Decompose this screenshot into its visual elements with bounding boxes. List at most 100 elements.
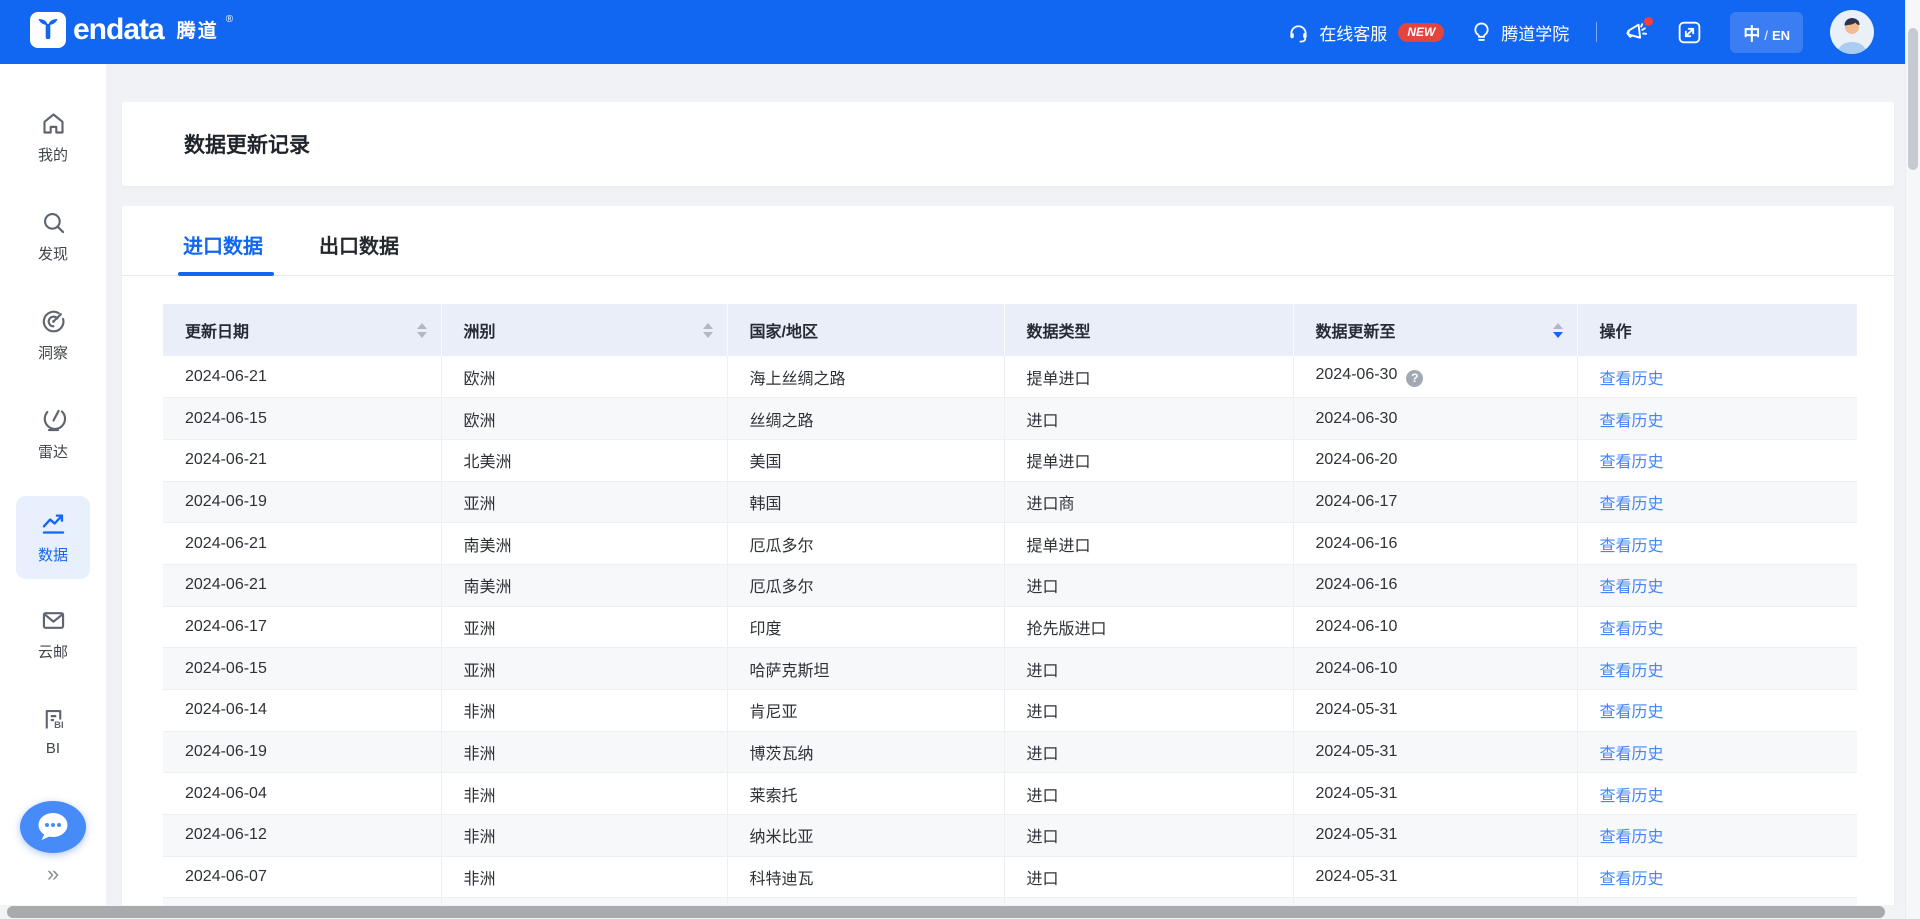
cell-update-date: 2024-06-15 — [163, 398, 441, 440]
search-icon — [40, 209, 67, 236]
cell-data-type: 进口 — [1004, 773, 1293, 815]
sidebar-item-bi[interactable]: BI BI — [16, 706, 90, 757]
sort-icons[interactable] — [417, 323, 427, 338]
tab-bar: 进口数据 出口数据 — [122, 206, 1894, 276]
customer-service-link[interactable]: 在线客服 NEW — [1287, 20, 1444, 45]
cell-region: 韩国 — [727, 481, 1004, 523]
sidebar-item-mine[interactable]: 我的 — [16, 110, 90, 165]
view-history-link[interactable]: 查看历史 — [1600, 663, 1664, 680]
view-history-link[interactable]: 查看历史 — [1600, 829, 1664, 846]
table-row: 2024-06-21 南美洲 厄瓜多尔 进口 2024-06-16 查看历史 — [163, 564, 1857, 606]
chat-support-button[interactable] — [20, 801, 86, 853]
radar-icon — [40, 407, 67, 434]
notification-dot — [1644, 17, 1653, 26]
horizontal-scrollbar-thumb[interactable] — [7, 906, 1885, 918]
tab-import-data[interactable]: 进口数据 — [183, 230, 263, 275]
logo-registered-mark: ® — [226, 12, 233, 28]
view-history-link[interactable]: 查看历史 — [1600, 579, 1664, 596]
column-header-updated-to[interactable]: 数据更新至 — [1293, 304, 1577, 356]
column-header-update-date[interactable]: 更新日期 — [163, 304, 441, 356]
view-history-link[interactable]: 查看历史 — [1600, 746, 1664, 763]
sort-icons-active-desc[interactable] — [1553, 323, 1563, 338]
fullscreen-button[interactable] — [1676, 19, 1703, 46]
mail-icon — [40, 607, 67, 634]
cell-action: 查看历史 — [1577, 773, 1857, 815]
sidebar-expand-chevrons[interactable]: » — [47, 863, 59, 885]
help-icon[interactable]: ? — [1406, 370, 1423, 387]
cell-region: 博茨瓦纳 — [727, 731, 1004, 773]
cell-action: 查看历史 — [1577, 856, 1857, 898]
cell-continent: 欧洲 — [441, 398, 727, 440]
view-history-link[interactable]: 查看历史 — [1600, 621, 1664, 638]
language-toggle[interactable]: 中 / EN — [1730, 12, 1803, 53]
home-icon — [40, 110, 67, 137]
sidebar-item-discover[interactable]: 发现 — [16, 209, 90, 264]
lightbulb-icon — [1471, 21, 1492, 44]
cell-region: 海上丝绸之路 — [727, 356, 1004, 398]
sidebar-label: 雷达 — [38, 441, 68, 462]
announcements-button[interactable] — [1624, 20, 1649, 45]
cell-updated-to: 2024-05-31 — [1293, 856, 1577, 898]
sidebar-item-radar[interactable]: 雷达 — [16, 407, 90, 462]
view-history-link[interactable]: 查看历史 — [1600, 454, 1664, 471]
cell-updated-to: 2024-06-16 — [1293, 523, 1577, 565]
view-history-link[interactable]: 查看历史 — [1600, 871, 1664, 888]
cell-data-type: 提单进口 — [1004, 356, 1293, 398]
vertical-scrollbar — [1905, 0, 1920, 919]
sidebar-item-cloudmail[interactable]: 云邮 — [16, 607, 90, 662]
sidebar-label: 发现 — [38, 243, 68, 264]
view-history-link[interactable]: 查看历史 — [1600, 496, 1664, 513]
view-history-link[interactable]: 查看历史 — [1600, 371, 1664, 388]
cell-action: 查看历史 — [1577, 439, 1857, 481]
view-history-link[interactable]: 查看历史 — [1600, 538, 1664, 555]
vertical-scrollbar-thumb[interactable] — [1908, 28, 1918, 170]
cell-data-type: 进口 — [1004, 398, 1293, 440]
cell-updated-to: 2024-05-31 — [1293, 731, 1577, 773]
insight-target-icon — [40, 308, 67, 335]
user-avatar[interactable] — [1830, 10, 1874, 54]
cell-update-date: 2024-06-19 — [163, 481, 441, 523]
cell-action: 查看历史 — [1577, 690, 1857, 732]
table-row: 2024-06-19 非洲 博茨瓦纳 进口 2024-05-31 查看历史 — [163, 731, 1857, 773]
cell-update-date: 2024-06-21 — [163, 439, 441, 481]
cell-updated-to: 2024-06-30 — [1293, 398, 1577, 440]
cell-update-date: 2024-06-07 — [163, 856, 441, 898]
sidebar-item-data[interactable]: 数据 — [16, 496, 90, 579]
update-records-table: 更新日期 洲别 国家/地区 数据 — [163, 304, 1857, 919]
cell-data-type: 提单进口 — [1004, 439, 1293, 481]
cell-update-date: 2024-06-17 — [163, 606, 441, 648]
cell-continent: 亚洲 — [441, 481, 727, 523]
cell-continent: 亚洲 — [441, 606, 727, 648]
cell-data-type: 进口 — [1004, 564, 1293, 606]
topbar: endata 腾道 ® 在线客服 NEW — [0, 0, 1920, 64]
cell-action: 查看历史 — [1577, 398, 1857, 440]
cell-action: 查看历史 — [1577, 606, 1857, 648]
svg-text:BI: BI — [54, 720, 64, 731]
column-header-continent[interactable]: 洲别 — [441, 304, 727, 356]
sort-icons[interactable] — [703, 323, 713, 338]
view-history-link[interactable]: 查看历史 — [1600, 413, 1664, 430]
view-history-link[interactable]: 查看历史 — [1600, 704, 1664, 721]
cell-action: 查看历史 — [1577, 815, 1857, 857]
cell-data-type: 进口 — [1004, 815, 1293, 857]
table-container: 更新日期 洲别 国家/地区 数据 — [122, 276, 1894, 919]
sidebar-label: 我的 — [38, 144, 68, 165]
sidebar-label: BI — [46, 740, 60, 757]
cell-continent: 非洲 — [441, 690, 727, 732]
academy-link[interactable]: 腾道学院 — [1471, 20, 1569, 45]
cell-data-type: 进口 — [1004, 648, 1293, 690]
sidebar-item-insight[interactable]: 洞察 — [16, 308, 90, 363]
table-row: 2024-06-17 亚洲 印度 抢先版进口 2024-06-10 查看历史 — [163, 606, 1857, 648]
view-history-link[interactable]: 查看历史 — [1600, 788, 1664, 805]
cell-updated-to: 2024-06-16 — [1293, 564, 1577, 606]
cell-update-date: 2024-06-15 — [163, 648, 441, 690]
customer-service-label: 在线客服 — [1319, 20, 1387, 45]
table-row: 2024-06-14 非洲 肯尼亚 进口 2024-05-31 查看历史 — [163, 690, 1857, 732]
cell-updated-to: 2024-05-31 — [1293, 690, 1577, 732]
cell-region: 科特迪瓦 — [727, 856, 1004, 898]
headset-icon — [1287, 21, 1310, 44]
cell-region: 肯尼亚 — [727, 690, 1004, 732]
tab-export-data[interactable]: 出口数据 — [319, 230, 399, 275]
cell-updated-to: 2024-06-10 — [1293, 606, 1577, 648]
tendata-logo[interactable]: endata 腾道 ® — [30, 12, 233, 52]
